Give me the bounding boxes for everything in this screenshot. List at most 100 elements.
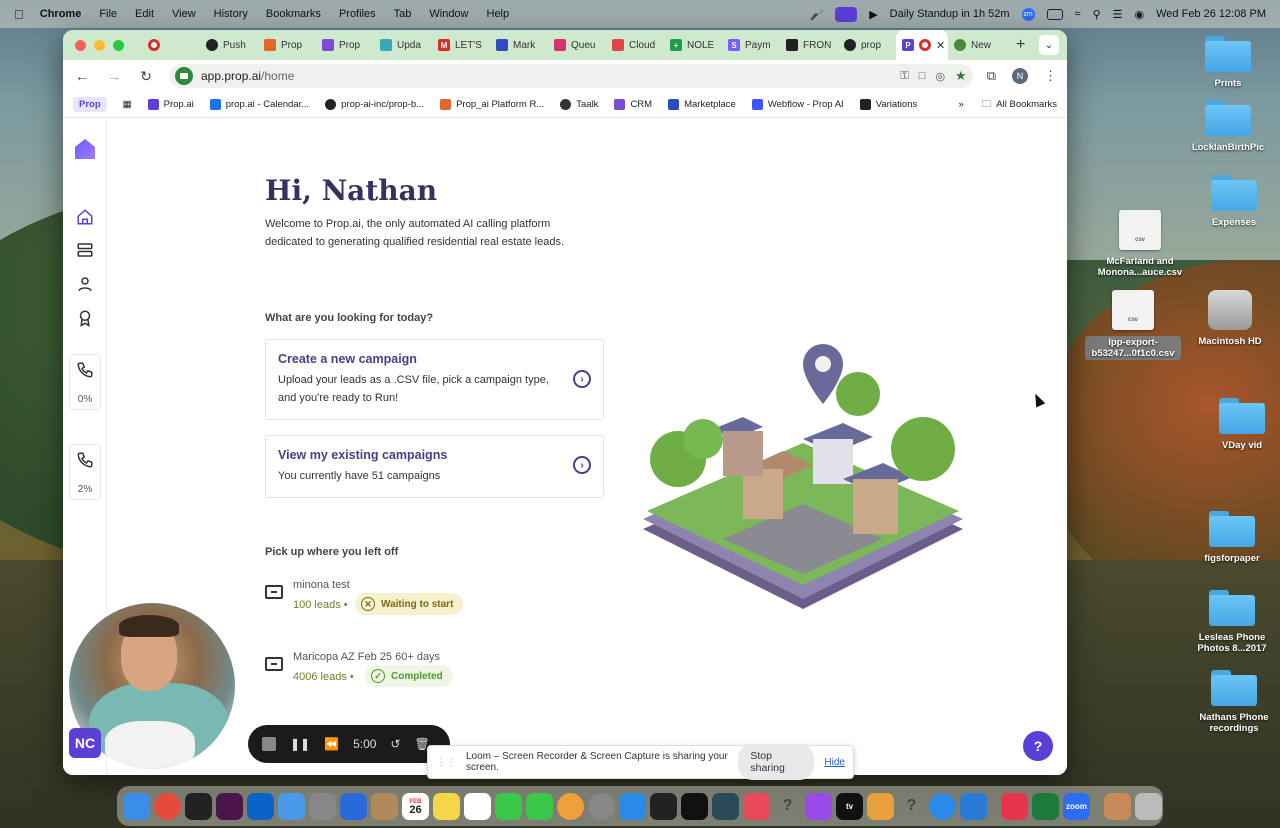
- apple-tv-icon[interactable]: tv: [836, 792, 863, 820]
- trash-icon[interactable]: [1135, 792, 1162, 820]
- screen-share-icon[interactable]: [835, 6, 858, 22]
- tab-marketplace[interactable]: Mark: [490, 30, 548, 60]
- maximize-window-button[interactable]: [113, 39, 124, 51]
- address-bar[interactable]: app.prop.ai/home ⚿ □ ◎ ★: [169, 64, 973, 88]
- archive-app-icon[interactable]: [371, 792, 398, 820]
- prop-ai-logo[interactable]: [75, 139, 95, 159]
- calendar-icon[interactable]: FEB 26: [402, 792, 429, 820]
- bookmark-prop[interactable]: Prop: [73, 97, 107, 112]
- cursor-app-icon[interactable]: [185, 792, 212, 820]
- menu-edit[interactable]: Edit: [135, 8, 154, 20]
- menu-profiles[interactable]: Profiles: [339, 8, 376, 20]
- all-bookmarks-button[interactable]: 🗀 All Bookmarks: [982, 97, 1057, 113]
- bookmark-prop-ai[interactable]: Prop.ai: [147, 99, 194, 110]
- rewind-icon[interactable]: ⏪: [324, 737, 339, 751]
- tab-nole[interactable]: + NOLE: [664, 30, 722, 60]
- finder-icon[interactable]: [123, 792, 150, 820]
- bookmark-taalk[interactable]: Taalk: [560, 99, 598, 110]
- tab-updates[interactable]: Upda: [374, 30, 432, 60]
- apple-icon[interactable]: : [14, 7, 24, 22]
- password-key-icon[interactable]: ⚿: [900, 70, 908, 83]
- profile-avatar[interactable]: N: [1012, 68, 1028, 84]
- tab-prop-ai-home[interactable]: P ✕: [896, 30, 948, 60]
- arrow-right-icon[interactable]: ›: [573, 456, 591, 474]
- user-icon[interactable]: [75, 274, 95, 294]
- chrome-icon[interactable]: [154, 792, 181, 820]
- menu-bookmarks[interactable]: Bookmarks: [266, 8, 321, 20]
- desktop-macintosh-hd[interactable]: Macintosh HD: [1182, 290, 1278, 347]
- freeform-icon[interactable]: [464, 792, 491, 820]
- outlook-icon[interactable]: [247, 792, 274, 820]
- notes-icon[interactable]: [433, 792, 460, 820]
- music-icon[interactable]: [1001, 792, 1028, 820]
- tab-push[interactable]: Push: [200, 30, 258, 60]
- minimize-window-button[interactable]: [94, 39, 105, 51]
- extensions-icon[interactable]: ⧉: [987, 68, 996, 84]
- podcasts-icon[interactable]: [805, 792, 832, 820]
- screenshot-icon[interactable]: [309, 792, 336, 820]
- safari-icon[interactable]: [929, 792, 956, 820]
- downloads-folder-icon[interactable]: [1104, 792, 1131, 820]
- desktop-folder-prints[interactable]: Prints: [1180, 36, 1276, 89]
- menubar-clock[interactable]: Wed Feb 26 12:08 PM: [1156, 8, 1266, 20]
- tab-prop-github[interactable]: prop: [838, 30, 896, 60]
- news-icon[interactable]: [743, 792, 770, 820]
- tab-front[interactable]: FRON: [780, 30, 838, 60]
- desktop-folder-vday-vid[interactable]: VDay vid: [1194, 398, 1280, 451]
- zoom-icon[interactable]: zm: [1021, 7, 1035, 21]
- menu-file[interactable]: File: [99, 8, 117, 20]
- campaigns-list-icon[interactable]: [75, 240, 95, 260]
- tab-payments[interactable]: S Paym: [722, 30, 780, 60]
- desktop-folder-locklanbirthpic[interactable]: LocklanBirthPic: [1180, 100, 1276, 153]
- bookmark-star-icon[interactable]: ★: [955, 68, 967, 84]
- back-button[interactable]: ←: [73, 68, 91, 84]
- tab-prop-figma[interactable]: Prop: [258, 30, 316, 60]
- menu-history[interactable]: History: [214, 8, 248, 20]
- menu-window[interactable]: Window: [429, 8, 468, 20]
- stop-recording-button[interactable]: [262, 737, 276, 751]
- help-button[interactable]: ?: [1023, 731, 1053, 761]
- home-icon[interactable]: [75, 207, 95, 227]
- pause-icon[interactable]: ❚❚: [290, 737, 310, 751]
- wifi-icon[interactable]: ≈: [1075, 8, 1081, 20]
- siri-icon[interactable]: ◉: [1135, 8, 1145, 21]
- tab-gmail[interactable]: M LET'S: [432, 30, 490, 60]
- app-store-icon[interactable]: [619, 792, 646, 820]
- tab-cloud[interactable]: Cloud: [606, 30, 664, 60]
- zoom-icon[interactable]: zoom: [1063, 792, 1090, 820]
- activity-monitor-icon[interactable]: [650, 792, 677, 820]
- menu-view[interactable]: View: [172, 8, 196, 20]
- bookmark-variations[interactable]: Variations: [859, 99, 917, 110]
- battery-icon[interactable]: [1046, 8, 1063, 20]
- desktop-folder-figsforpaper[interactable]: figsforpaper: [1184, 511, 1280, 564]
- help-app-icon[interactable]: ?: [774, 793, 801, 820]
- forward-button[interactable]: →: [105, 68, 123, 84]
- drag-handle-icon[interactable]: ⋮⋮: [436, 757, 456, 768]
- apps-grid-icon[interactable]: ▦: [123, 99, 132, 110]
- arrow-right-icon[interactable]: ›: [573, 370, 591, 388]
- tab-search-button[interactable]: ⌄: [1039, 35, 1059, 55]
- user-initials-badge[interactable]: NC: [69, 728, 101, 758]
- bookmark-calendar[interactable]: prop.ai - Calendar...: [209, 99, 309, 110]
- clipboard-app-icon[interactable]: [340, 792, 367, 820]
- award-icon[interactable]: [75, 308, 95, 328]
- tab-queue[interactable]: Queu: [548, 30, 606, 60]
- vscode-icon[interactable]: [960, 792, 987, 820]
- bookmarks-overflow-icon[interactable]: »: [958, 99, 963, 110]
- tab-new[interactable]: New: [948, 30, 1006, 60]
- desktop-file-lpp-export-csv[interactable]: csv lpp-export-b53247...0f1c0.csv: [1085, 290, 1181, 360]
- search-icon[interactable]: ⚲: [1093, 8, 1101, 21]
- meeting-reminder[interactable]: Daily Standup in 1h 52m: [890, 8, 1010, 20]
- dialer-stat-box[interactable]: 2%: [69, 444, 101, 500]
- bookmark-webflow[interactable]: Webflow - Prop AI: [751, 99, 844, 110]
- dialer-stat-box[interactable]: 0%: [69, 354, 101, 410]
- excel-icon[interactable]: [1032, 792, 1059, 820]
- terminal-icon[interactable]: [681, 792, 708, 820]
- bookmark-platform[interactable]: Prop_ai Platform R...: [440, 99, 544, 110]
- calendar-event-icon[interactable]: ▶: [869, 8, 877, 21]
- mail-icon[interactable]: [278, 792, 305, 820]
- messages-icon[interactable]: [495, 792, 522, 820]
- control-center-icon[interactable]: ☰: [1113, 8, 1123, 21]
- cast-icon[interactable]: □: [919, 70, 926, 82]
- slack-icon[interactable]: [216, 792, 243, 820]
